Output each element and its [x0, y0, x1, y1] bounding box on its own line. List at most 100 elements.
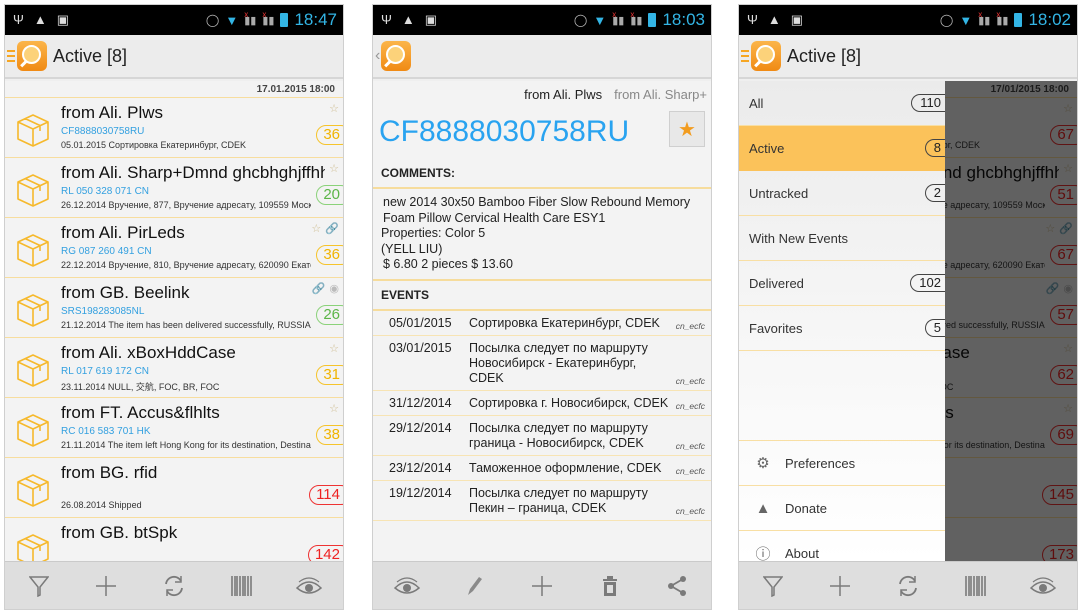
package-title: from Ali. Sharp+Dmnd ghcbhghjffhhh — [61, 163, 325, 182]
add-icon — [531, 575, 552, 596]
battery-icon — [280, 13, 289, 27]
screen-navigation-drawer: Ψ▲▣ ◯ ▼ x▮▮ x▮▮ 18:02 Active [8] 17/01/2… — [738, 4, 1078, 610]
package-title: from Ali. PirLeds — [61, 223, 185, 242]
back-icon[interactable]: ‹ — [375, 47, 380, 65]
tab-current-package[interactable]: from Ali. Plws — [524, 87, 602, 107]
add-icon — [96, 575, 117, 596]
event-date: 19/12/2014 — [389, 485, 452, 500]
package-item[interactable]: from Ali. Plws CF8888030758RU 05.01.2015 С… — [5, 98, 343, 158]
drawer-toggle-icon[interactable] — [741, 50, 749, 62]
package-item[interactable]: from GB. Beelink SRS198283085NL 21.12.2014… — [5, 278, 343, 338]
link-icon: 🔗 — [325, 223, 339, 235]
usb-icon: Ψ — [381, 12, 392, 27]
event-row: 03/01/2015 Посылка следует по маршруту Но… — [373, 336, 711, 391]
filter-button[interactable] — [19, 566, 59, 606]
drawer-item-delivered[interactable]: Delivered 102 — [739, 261, 945, 306]
app-logo-icon[interactable] — [17, 41, 47, 71]
drawer-toggle-icon[interactable] — [7, 50, 15, 62]
drawer-item-count: 8 — [924, 139, 945, 157]
drawer-item-preferences[interactable]: ⚙ Preferences — [739, 441, 945, 486]
days-in-transit-badge: 114 — [309, 485, 343, 505]
package-flags: ☆ — [329, 342, 339, 355]
refresh-icon — [165, 575, 183, 596]
drawer-item-count: 102 — [910, 274, 945, 292]
add-button[interactable] — [522, 566, 562, 606]
package-last-status: 26.12.2014 Вручение, 877, Вручение адрес… — [61, 200, 311, 210]
package-last-status: 21.11.2014 The item left Hong Kong for i… — [61, 440, 311, 450]
drawer-item-all[interactable]: All 110 — [739, 81, 945, 126]
add-button[interactable] — [86, 566, 126, 606]
scan-barcode-button[interactable] — [956, 566, 996, 606]
package-item[interactable]: from GB. btSpk30.07.2014 Shipped142 — [5, 518, 343, 561]
refresh-button[interactable] — [154, 566, 194, 606]
package-box-icon — [15, 232, 51, 268]
package-tracking-number: RL 050 328 071 CN — [61, 186, 150, 197]
barcode-icon — [230, 575, 252, 596]
package-flags: ☆ — [329, 402, 339, 415]
package-box-icon — [15, 112, 51, 148]
package-flags: ☆ — [329, 162, 339, 175]
drawer-item-label: With New Events — [749, 230, 848, 246]
package-item[interactable]: from Ali. xBoxHddCase RL 017 619 172 CN 23… — [5, 338, 343, 398]
bottom-toolbar — [5, 561, 343, 609]
edit-button[interactable] — [454, 566, 494, 606]
refresh-icon — [899, 575, 917, 596]
refresh-button[interactable] — [888, 566, 928, 606]
filter-button[interactable] — [753, 566, 793, 606]
package-last-status: 23.11.2014 NULL, 交航, FOC, BR, FOC — [61, 382, 220, 392]
clock: 18:02 — [1028, 10, 1071, 29]
wifi-icon: ▼ — [959, 12, 973, 28]
eye-icon — [393, 576, 420, 594]
drawer-item-label: About — [785, 545, 819, 561]
drawer-item-active[interactable]: Active 8 — [739, 126, 945, 171]
comment-line: Properties: Color 5 — [381, 226, 486, 240]
tracking-number-text: CF8888030758RU — [379, 115, 630, 148]
drawer-item-favorites[interactable]: Favorites 5 — [739, 306, 945, 351]
last-update-date: 17.01.2015 18:00 — [5, 81, 343, 98]
event-source: cn_ecfc — [675, 375, 705, 386]
bottom-toolbar — [373, 561, 711, 609]
package-item[interactable]: from Ali. PirLeds RG 087 260 491 CN 22.12.… — [5, 218, 343, 278]
comment-line: $ 6.80 2 pieces $ 13.60 — [383, 257, 513, 271]
favorite-button[interactable]: ★ — [669, 111, 705, 147]
event-description: Таможенное оформление, CDEK — [469, 460, 662, 475]
gear-icon: ⚙ — [756, 455, 770, 472]
share-button[interactable] — [657, 566, 697, 606]
thumbs-up-icon: ▲ — [755, 499, 771, 517]
filter-icon — [762, 575, 783, 597]
package-item[interactable]: from Ali. Sharp+Dmnd ghcbhghjffhhh RL 050… — [5, 158, 343, 218]
package-tracking-number: CF8888030758RU — [61, 126, 145, 137]
event-description: Посылка следует по маршруту граница - Но… — [469, 420, 648, 450]
add-button[interactable] — [820, 566, 860, 606]
drawer-item-donate[interactable]: ▲ Donate — [739, 486, 945, 531]
delete-button[interactable] — [590, 566, 630, 606]
warning-icon: ▲ — [401, 12, 415, 27]
drawer-item-with-new-events[interactable]: With New Events — [739, 216, 945, 261]
star-icon: ☆ — [329, 163, 339, 175]
package-title: from GB. Beelink — [61, 283, 190, 302]
status-bar: Ψ ▲ ▣ ◯ ▼ x ▮▮ x ▮▮ 18:02 — [739, 5, 1077, 35]
clock: 18:47 — [294, 10, 337, 29]
view-button[interactable] — [1023, 566, 1063, 606]
share-icon — [668, 575, 687, 596]
package-tracking-number: RC 016 583 701 HK — [61, 426, 151, 437]
package-item[interactable]: from FT. Accus&flhlts RC 016 583 701 HK 21… — [5, 398, 343, 458]
tab-next-package[interactable]: from Ali. Sharp+ — [614, 87, 707, 107]
scan-barcode-button[interactable] — [222, 566, 262, 606]
eye-icon — [296, 576, 323, 594]
event-description: Сортировка Екатеринбург, CDEK — [469, 315, 660, 330]
store-icon: ▣ — [790, 12, 804, 27]
app-logo-icon[interactable] — [751, 41, 781, 71]
battery-icon — [648, 13, 657, 27]
event-row: 23/12/2014 Таможенное оформление, CDEK cn_… — [373, 456, 711, 481]
package-flags: ☆🔗 — [311, 222, 339, 235]
view-button[interactable] — [387, 566, 427, 606]
star-icon: ☆ — [329, 343, 339, 355]
edit-icon — [468, 576, 483, 595]
app-logo-icon[interactable] — [381, 41, 412, 71]
view-button[interactable] — [289, 566, 329, 606]
drawer-item-untracked[interactable]: Untracked 2 — [739, 171, 945, 216]
action-bar: Active [8] — [5, 35, 343, 79]
event-date: 29/12/2014 — [389, 420, 452, 435]
package-item[interactable]: from BG. rfid 26.08.2014 Shipped 114 — [5, 458, 343, 518]
